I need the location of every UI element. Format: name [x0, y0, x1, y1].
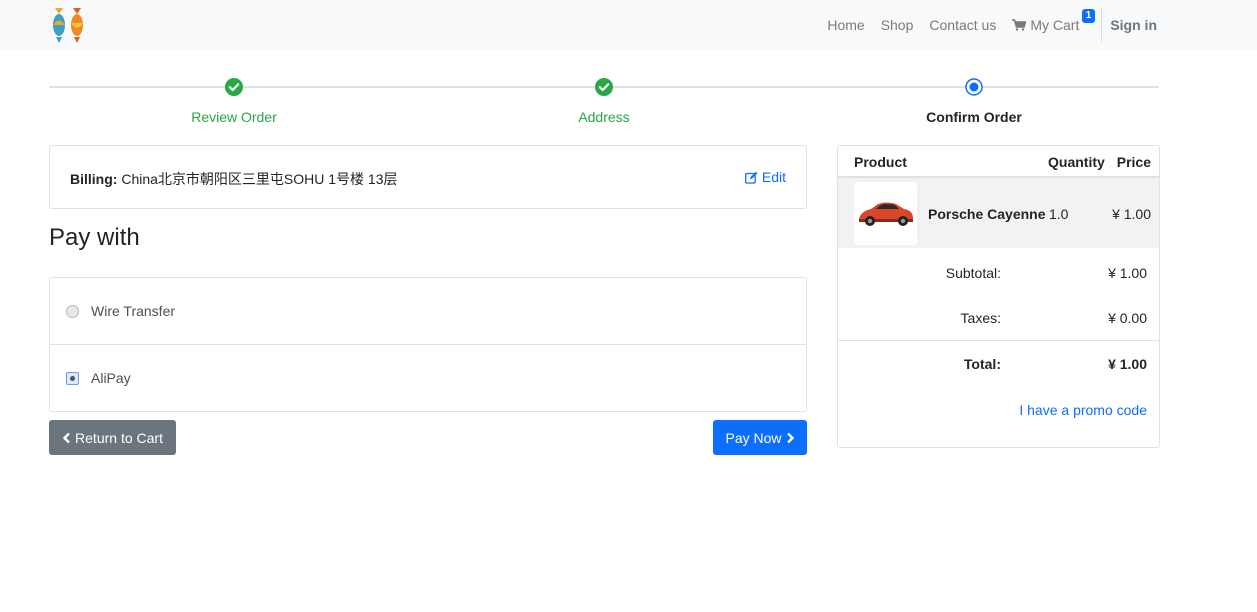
product-name[interactable]: Porsche Cayenne: [928, 206, 1046, 222]
payment-option-label: AliPay: [91, 370, 131, 386]
taxes-value: ¥ 0.00: [1108, 310, 1147, 326]
summary-divider: [838, 340, 1159, 341]
cart-item-row: Porsche Cayenne 1.0 ¥ 1.00: [838, 178, 1159, 248]
promo-code-link[interactable]: I have a promo code: [1019, 402, 1147, 418]
summary-header: Product Quantity Price: [838, 146, 1159, 178]
step-label: Review Order: [191, 109, 277, 125]
nav-home[interactable]: Home: [819, 17, 872, 33]
step-review-order: Review Order: [134, 78, 334, 125]
header-quantity: Quantity: [1048, 154, 1105, 170]
return-to-cart-label: Return to Cart: [75, 429, 163, 446]
current-step-icon: [965, 78, 983, 96]
check-circle-icon: [225, 78, 243, 96]
cart-icon: [1012, 19, 1027, 31]
pay-now-button[interactable]: Pay Now: [713, 420, 807, 455]
chevron-left-icon: [62, 432, 70, 443]
step-confirm-order: Confirm Order: [874, 78, 1074, 125]
pay-now-label: Pay Now: [725, 429, 782, 446]
nav-contact[interactable]: Contact us: [921, 17, 1004, 33]
billing-address: China北京市朝阳区三里屯SOHU 1号楼 13层: [121, 171, 398, 187]
edit-billing-link[interactable]: Edit: [744, 169, 786, 185]
return-to-cart-button[interactable]: Return to Cart: [49, 420, 176, 455]
wire-transfer-radio[interactable]: [66, 304, 79, 318]
order-summary: Product Quantity Price Porsche Cayenne 1…: [837, 145, 1160, 448]
payment-option-alipay[interactable]: AliPay: [50, 345, 806, 411]
payment-method-list: Wire Transfer AliPay: [49, 277, 807, 412]
nav-divider: [1101, 8, 1103, 42]
check-circle-icon: [595, 78, 613, 96]
payment-option-label: Wire Transfer: [91, 303, 176, 319]
payment-option-wire-transfer[interactable]: Wire Transfer: [50, 278, 806, 345]
product-thumbnail[interactable]: [854, 182, 917, 245]
nav-links: Home Shop Contact us My Cart 1 Sign in: [819, 0, 1157, 50]
edit-icon: [744, 171, 758, 184]
nav-cart[interactable]: My Cart 1: [1004, 9, 1096, 33]
total-value: ¥ 1.00: [1108, 356, 1147, 372]
cart-label: My Cart: [1030, 17, 1080, 33]
step-label: Address: [578, 109, 630, 125]
cart-count-badge: 1: [1081, 9, 1096, 23]
taxes-label: Taxes:: [960, 310, 1001, 326]
alipay-radio[interactable]: [66, 371, 79, 385]
billing-info: Billing: China北京市朝阳区三里屯SOHU 1号楼 13层: [70, 169, 398, 189]
billing-card: Billing: China北京市朝阳区三里屯SOHU 1号楼 13层 Edit: [49, 145, 807, 209]
subtotal-label: Subtotal:: [945, 265, 1001, 281]
logo-icon[interactable]: [48, 4, 88, 44]
pay-with-heading: Pay with: [49, 224, 140, 251]
step-address: Address: [504, 78, 704, 125]
navbar: Home Shop Contact us My Cart 1 Sign in: [0, 0, 1257, 50]
product-quantity: 1.0: [1049, 206, 1069, 222]
subtotal-value: ¥ 1.00: [1108, 265, 1147, 281]
nav-shop[interactable]: Shop: [873, 17, 922, 33]
header-product: Product: [854, 154, 907, 170]
total-label: Total:: [963, 356, 1001, 372]
chevron-right-icon: [786, 432, 794, 443]
edit-label: Edit: [761, 169, 786, 185]
product-price: ¥ 1.00: [1112, 206, 1151, 222]
car-image: [859, 202, 913, 226]
step-label: Confirm Order: [926, 109, 1022, 125]
sign-in-link[interactable]: Sign in: [1110, 17, 1157, 33]
header-price: Price: [1116, 154, 1151, 170]
billing-label: Billing:: [70, 171, 118, 187]
